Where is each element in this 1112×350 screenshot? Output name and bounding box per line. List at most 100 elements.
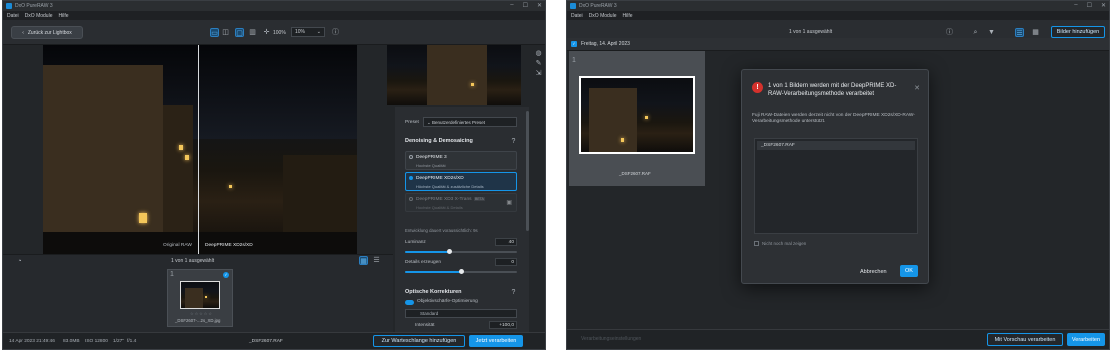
lit-window <box>621 138 624 142</box>
thumb-building <box>185 288 203 308</box>
status-shutter: 1/27" <box>113 339 125 344</box>
processing-settings-button[interactable]: Verarbeitungseinstellungen <box>581 336 641 342</box>
denoise-tool-icon[interactable]: ◍ <box>534 49 543 58</box>
navigator-preview[interactable] <box>387 45 521 105</box>
option-deepprime-xd3[interactable]: DeepPRIME XD3 X-Trans BETA Hochste Quali… <box>405 193 517 212</box>
app-icon <box>570 3 576 9</box>
single-view-icon[interactable]: ▢ <box>235 28 244 37</box>
beta-badge: BETA <box>474 197 485 201</box>
details-slider[interactable] <box>405 269 517 274</box>
status-date: 14 Apr 2023 21:49:46 <box>9 339 55 344</box>
option-title: DeepPRIME XD3 X-Trans <box>416 197 472 202</box>
option-deepprime-3[interactable]: DeepPRIME 3 Hochste Qualität <box>405 151 517 170</box>
split-divider[interactable] <box>198 45 199 254</box>
export-tool-icon[interactable]: ⇲ <box>534 69 543 78</box>
preset-select[interactable]: ⌄ Benutzerdefiniertes Preset <box>423 117 517 127</box>
minimize-icon[interactable]: – <box>510 2 513 9</box>
option-deepprime-xd2s[interactable]: DeepPRIME XD2s/XD Höchste Qualität & zus… <box>405 172 517 191</box>
list-view-icon[interactable]: ☰ <box>372 256 381 265</box>
option-subtitle: Höchste Qualität & zusätzliche Details <box>416 184 484 189</box>
minimize-icon[interactable]: – <box>1074 2 1077 9</box>
brush-tool-icon[interactable]: ✎ <box>534 59 543 68</box>
status-size: 83.0MB <box>63 339 80 344</box>
after-label: DeepPRIME XD2s/XD <box>205 243 253 248</box>
rotate-icon[interactable]: ◔ <box>15 257 24 266</box>
app-icon <box>6 3 12 9</box>
thumbnail-number: 1 <box>170 271 174 278</box>
menu-help[interactable]: Hilfe <box>58 13 68 19</box>
help-icon[interactable]: ? <box>509 288 518 297</box>
luminance-value[interactable]: 40 <box>495 238 517 246</box>
street-light <box>229 185 232 188</box>
radio-selected-icon <box>409 176 413 180</box>
split-view-icon[interactable]: ◫ <box>221 28 230 37</box>
selection-count: 1 von 1 ausgewählt <box>171 258 215 264</box>
side-by-side-icon[interactable]: ▥ <box>248 28 257 37</box>
thumbnail-card[interactable]: 1 _DSF2607.RAF <box>569 51 705 186</box>
sharpness-select[interactable]: Standard <box>405 309 517 318</box>
zoom-select[interactable]: 10% ⌄ <box>291 27 325 37</box>
zoom-percent[interactable]: 100% <box>273 30 286 36</box>
info-icon[interactable]: ⓘ <box>331 28 340 37</box>
panel-scrollbar[interactable] <box>526 111 529 231</box>
denoise-section-title: Denoising & Demosaicing <box>405 138 473 144</box>
status-bar: 14 Apr 2023 21:49:46 83.0MB ISO 12800 1/… <box>3 332 545 349</box>
intensity-label: Intensität <box>415 323 435 328</box>
luminance-slider[interactable] <box>405 249 517 254</box>
menu-help[interactable]: Hilfe <box>622 13 632 19</box>
comparison-viewer[interactable]: Original RAW DeepPRIME XD2s/XD <box>43 45 357 254</box>
grid-view-icon[interactable]: ▦ <box>1031 28 1040 37</box>
date-header-label: Freitag, 14. April 2023 <box>581 41 630 47</box>
dialog-body: Fuji RAW-Dateien werden derzeit nicht vo… <box>752 113 915 124</box>
details-value[interactable]: 0 <box>495 258 517 266</box>
title-bar: DxO PureRAW 3 – ☐ ✕ <box>567 1 1109 11</box>
details-slider-knob[interactable] <box>458 269 464 274</box>
filter-icon[interactable]: ▼ <box>987 28 996 37</box>
menu-dxo-modules[interactable]: DxO Module <box>589 13 617 19</box>
ok-button[interactable]: OK <box>900 265 918 277</box>
maximize-icon[interactable]: ☐ <box>1087 2 1092 9</box>
option-subtitle: Hochste Qualität & Details <box>416 205 463 210</box>
optics-section-title: Optische Korrekturen <box>405 289 462 295</box>
menu-file[interactable]: Datei <box>571 13 583 19</box>
group-checkbox[interactable]: ✓ <box>571 41 577 47</box>
menu-bar: Datei DxO Module Hilfe <box>3 11 545 20</box>
add-to-queue-button[interactable]: Zur Warteschlange hinzufügen <box>373 335 465 347</box>
search-icon[interactable]: ⌕ <box>971 28 980 37</box>
sharpness-toggle[interactable] <box>405 300 414 305</box>
process-now-button[interactable]: Jetzt verarbeiten <box>469 335 523 347</box>
help-icon[interactable]: ? <box>509 137 518 146</box>
process-button[interactable]: Verarbeiten <box>1067 333 1105 346</box>
chevron-left-icon: ‹ <box>22 29 24 36</box>
process-with-preview-button[interactable]: Mit Vorschau verarbeiten <box>987 333 1063 346</box>
back-to-lightbox-button[interactable]: ‹ Zurück zur Lightbox <box>11 26 83 39</box>
dont-show-checkbox[interactable] <box>754 241 759 246</box>
close-icon[interactable]: ✕ <box>537 2 542 9</box>
move-icon[interactable]: ✛ <box>262 28 271 37</box>
cancel-button[interactable]: Abbrechen <box>860 269 887 275</box>
close-icon[interactable]: ✕ <box>914 84 920 92</box>
maximize-icon[interactable]: ☐ <box>523 2 528 9</box>
file-list-item[interactable]: _DSF2607.RAF <box>757 141 915 150</box>
thumbnail-card[interactable]: 1 ✓ ☆☆☆☆☆ _DSF2607-...2s_XD.jpg <box>167 269 233 327</box>
duration-text: Entwicklung dauert voraussichtlich: 9s <box>405 228 478 233</box>
selected-check-icon[interactable]: ✓ <box>223 272 229 278</box>
close-icon[interactable]: ✕ <box>1101 2 1106 9</box>
compare-view-icon[interactable]: ▭ <box>210 28 219 37</box>
info-icon[interactable]: ⓘ <box>945 28 954 37</box>
rating-stars[interactable]: ☆☆☆☆☆ <box>190 311 213 316</box>
add-images-button[interactable]: Bilder hinzufügen <box>1051 26 1105 38</box>
thumb-building <box>589 88 637 152</box>
thumbnail-number: 1 <box>572 57 576 64</box>
menu-dxo-modules[interactable]: DxO Module <box>25 13 53 19</box>
lit-window <box>139 213 147 223</box>
intensity-value[interactable]: +100,0 <box>489 321 517 329</box>
list-view-icon[interactable]: ☰ <box>1015 28 1024 37</box>
status-aperture: f/1.4 <box>127 339 137 344</box>
thumbnail-image <box>180 281 220 309</box>
lit-window <box>179 145 183 150</box>
menu-file[interactable]: Datei <box>7 13 19 19</box>
message-icon[interactable]: ▣ <box>506 199 512 206</box>
grid-view-icon[interactable]: ▦ <box>359 256 368 265</box>
street <box>43 232 357 254</box>
